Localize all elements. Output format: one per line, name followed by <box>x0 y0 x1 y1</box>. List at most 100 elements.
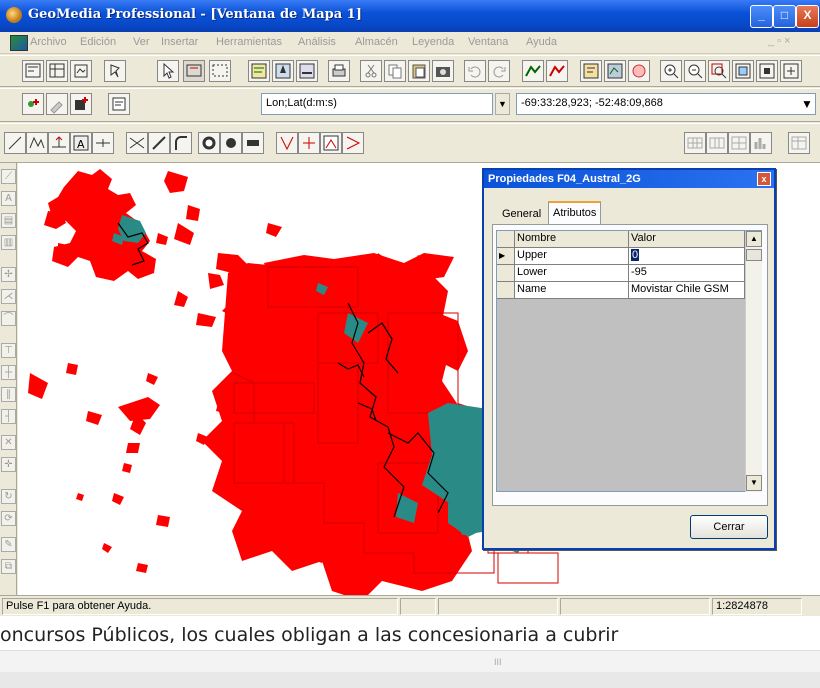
menu-insertar[interactable]: Insertar <box>161 36 198 48</box>
menu-ver[interactable]: Ver <box>133 36 150 48</box>
pin-icon[interactable] <box>104 60 126 82</box>
close-button[interactable]: X <box>796 5 819 28</box>
maximize-button[interactable]: □ <box>773 5 796 28</box>
attribute-query-icon[interactable] <box>580 60 602 82</box>
spin-icon[interactable]: ⟳ <box>1 511 16 526</box>
continue-geometry-icon[interactable] <box>320 132 342 154</box>
tab-atributos[interactable]: Atributos <box>548 201 602 225</box>
cut-icon[interactable] <box>360 60 382 82</box>
map-window-icon[interactable] <box>10 35 28 51</box>
selected-value[interactable]: 0 <box>631 249 640 261</box>
dimension-icon[interactable] <box>92 132 114 154</box>
insert-vertex-icon[interactable] <box>48 132 70 154</box>
menu-archivo[interactable]: Archivo <box>30 36 67 48</box>
polyline-icon[interactable] <box>26 132 48 154</box>
chevron-down-icon[interactable]: ▼ <box>495 93 510 115</box>
horizontal-scrollbar[interactable]: III <box>0 650 820 672</box>
mdi-controls[interactable]: _ ▫ × <box>768 35 791 47</box>
paste-icon[interactable] <box>408 60 430 82</box>
select-area-button[interactable] <box>209 60 231 82</box>
scroll-thumb[interactable] <box>746 249 762 261</box>
menu-analisis[interactable]: Análisis <box>298 36 336 48</box>
minimize-button[interactable]: _ <box>750 5 773 28</box>
fit-selected-icon[interactable] <box>756 60 778 82</box>
close-icon[interactable]: x <box>757 172 771 186</box>
columns-icon[interactable] <box>706 132 728 154</box>
camera-icon[interactable] <box>432 60 454 82</box>
split-icon[interactable] <box>126 132 148 154</box>
circle-icon[interactable] <box>198 132 220 154</box>
menu-ventana[interactable]: Ventana <box>468 36 508 48</box>
column-header-nombre[interactable]: Nombre <box>515 231 629 248</box>
layout-window-button[interactable] <box>70 60 92 82</box>
print-icon[interactable] <box>328 60 350 82</box>
table-row-name[interactable]: Name <box>515 282 629 299</box>
spatial-query-icon[interactable] <box>604 60 626 82</box>
trim-icon[interactable] <box>298 132 320 154</box>
add-feature-icon[interactable] <box>70 93 92 115</box>
cross-icon[interactable]: ✕ <box>1 435 16 450</box>
menu-leyenda[interactable]: Leyenda <box>412 36 454 48</box>
table-icon[interactable] <box>788 132 810 154</box>
table-row-value[interactable]: -95 <box>629 265 745 282</box>
edit-feature-icon[interactable] <box>46 93 68 115</box>
scroll-grip[interactable]: III <box>494 657 502 667</box>
properties-icon[interactable] <box>108 93 130 115</box>
add-point-icon[interactable] <box>22 93 44 115</box>
tab-general[interactable]: General <box>498 204 545 224</box>
add-vertex-icon[interactable]: ✢ <box>1 267 16 282</box>
diagonal-line-icon[interactable] <box>148 132 170 154</box>
north-arrow-icon[interactable] <box>272 60 294 82</box>
table-row-name[interactable]: Lower <box>515 265 629 282</box>
arc-icon[interactable] <box>170 132 192 154</box>
table-row-name[interactable]: Upper <box>515 248 629 265</box>
scale-bar-icon[interactable] <box>296 60 318 82</box>
text-label-icon[interactable]: A <box>1 191 16 206</box>
chevron-down-icon[interactable]: ▼ <box>799 94 815 114</box>
menu-edicion[interactable]: Edición <box>80 36 116 48</box>
menu-ayuda[interactable]: Ayuda <box>526 36 557 48</box>
intersect-icon[interactable]: ┼ <box>1 365 16 380</box>
map-window-button[interactable] <box>22 60 44 82</box>
line-icon[interactable] <box>4 132 26 154</box>
break-icon[interactable]: ┤ <box>1 409 16 424</box>
image-icon[interactable]: ▥ <box>1 235 16 250</box>
coordinate-format-select[interactable]: Lon;Lat(d:m:s) <box>261 93 493 115</box>
undo-icon[interactable] <box>464 60 486 82</box>
copy-feature-icon[interactable]: ⧉ <box>1 559 16 574</box>
text-icon[interactable]: A <box>70 132 92 154</box>
table-row-value[interactable]: Movistar Chile GSM <box>629 282 745 299</box>
legend-icon[interactable] <box>248 60 270 82</box>
label-icon[interactable]: ▤ <box>1 213 16 228</box>
rotate-icon[interactable]: ↻ <box>1 489 16 504</box>
coordinate-input[interactable]: -69:33:28,923; -52:48:09,868 ▼ <box>516 93 816 115</box>
redo-icon[interactable] <box>488 60 510 82</box>
redigitize-icon[interactable] <box>342 132 364 154</box>
insert-row-icon[interactable] <box>728 132 750 154</box>
buffer-zone-icon[interactable] <box>628 60 650 82</box>
table-row-value[interactable]: 0 <box>629 248 745 265</box>
grid-scrollbar[interactable]: ▲ ▼ <box>745 231 762 492</box>
scroll-down-icon[interactable]: ▼ <box>746 475 762 491</box>
data-window-button[interactable] <box>46 60 68 82</box>
draw-line-icon[interactable]: ⟋ <box>1 169 16 184</box>
center-icon[interactable]: ✛ <box>1 457 16 472</box>
zoom-window-icon[interactable] <box>708 60 730 82</box>
select-arrow-icon[interactable] <box>157 60 179 82</box>
zoom-in-icon[interactable] <box>660 60 682 82</box>
scroll-up-icon[interactable]: ▲ <box>746 231 762 247</box>
menu-herramientas[interactable]: Herramientas <box>216 36 282 48</box>
rectangle-icon[interactable] <box>242 132 264 154</box>
pencil-icon[interactable]: ✎ <box>1 537 16 552</box>
filled-circle-icon[interactable] <box>220 132 242 154</box>
refresh-icon[interactable] <box>780 60 802 82</box>
column-header-valor[interactable]: Valor <box>629 231 745 248</box>
copy-icon[interactable] <box>384 60 406 82</box>
smooth-icon[interactable]: ⌒ <box>1 311 16 326</box>
offset-icon[interactable]: ⊤ <box>1 343 16 358</box>
chart-icon[interactable] <box>750 132 772 154</box>
fit-all-icon[interactable] <box>732 60 754 82</box>
parallel-icon[interactable]: ∥ <box>1 387 16 402</box>
select-tool-button[interactable] <box>183 60 205 82</box>
grid-icon[interactable] <box>684 132 706 154</box>
